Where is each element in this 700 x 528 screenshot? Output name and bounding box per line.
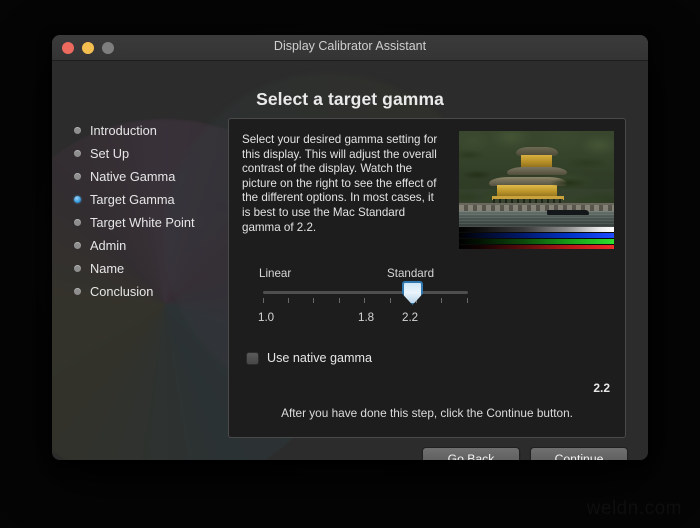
slider-tick [364,298,365,303]
sidebar-item-label: Name [90,260,125,276]
gamma-value-readout: 2.2 [593,381,610,395]
step-dot-icon [74,264,81,272]
step-dot-icon [74,241,81,249]
step-sidebar: Introduction Set Up Native Gamma Target … [74,119,249,303]
sidebar-item-set-up[interactable]: Set Up [74,142,249,164]
step-dot-icon [74,287,81,295]
content-panel: Select your desired gamma setting for th… [228,118,626,438]
step-dot-icon [74,149,81,157]
site-watermark: weldn.com [586,498,682,519]
red-ramp-bar [459,245,614,249]
photo-water-ripples [459,211,614,227]
sidebar-item-introduction[interactable]: Introduction [74,119,249,141]
step-dot-icon [74,126,81,134]
slider-tick [467,298,468,303]
slider-tick [339,298,340,303]
instruction-text: After you have done this step, click the… [281,406,573,420]
slider-tick [313,298,314,303]
desktop-background: Display Calibrator Assistant Select a ta… [0,0,700,528]
sidebar-item-label: Target Gamma [90,191,175,207]
gray-ramp-bar [459,227,614,232]
sidebar-item-admin[interactable]: Admin [74,234,249,256]
sidebar-item-target-white-point[interactable]: Target White Point [74,211,249,233]
sidebar-item-native-gamma[interactable]: Native Gamma [74,165,249,187]
slider-tick [288,298,289,303]
slider-label-linear: Linear [259,267,292,280]
sidebar-item-label: Set Up [90,145,130,161]
sidebar-item-label: Introduction [90,122,157,138]
slider-tick-label-1: 1.0 [258,311,275,324]
step-dot-icon [74,218,81,226]
sidebar-item-target-gamma[interactable]: Target Gamma [74,188,249,210]
slider-tick [441,298,442,303]
gamma-slider-thumb[interactable] [402,281,423,305]
gamma-slider-group: Linear Standard 1.0 1.8 2.2 [229,267,625,345]
sidebar-item-conclusion[interactable]: Conclusion [74,280,249,302]
description-text: Select your desired gamma setting for th… [242,133,438,234]
step-dot-icon [74,172,81,180]
use-native-gamma-label: Use native gamma [267,351,372,365]
use-native-gamma-checkbox[interactable] [246,351,259,365]
go-back-button[interactable]: Go Back [422,447,520,460]
use-native-gamma-row[interactable]: Use native gamma [246,351,372,365]
window-body: Select a target gamma Introduction Set U… [52,61,648,460]
slider-tick-label-3: 2.2 [402,311,419,324]
display-calibrator-window: Display Calibrator Assistant Select a ta… [52,35,648,460]
slider-thumb-shape [402,281,423,305]
slider-tick [390,298,391,303]
calibration-color-bars [459,227,614,249]
photo-boat [547,210,589,215]
sidebar-item-name[interactable]: Name [74,257,249,279]
green-ramp-bar [459,239,614,244]
blue-ramp-bar [459,233,614,238]
sidebar-item-label: Admin [90,237,127,253]
page-title: Select a target gamma [256,89,444,109]
footer-buttons: Go Back Continue [422,447,628,460]
preview-photo [459,131,614,227]
sidebar-item-label: Conclusion [90,283,154,299]
continue-button[interactable]: Continue [530,447,628,460]
window-titlebar[interactable]: Display Calibrator Assistant [52,35,648,61]
slider-tick-label-2: 1.8 [358,311,375,324]
slider-label-standard: Standard [387,267,435,280]
step-dot-active-icon [74,195,81,203]
sidebar-item-label: Native Gamma [90,168,176,184]
gamma-slider-track[interactable] [263,291,468,294]
window-title: Display Calibrator Assistant [273,39,427,53]
slider-tick [263,298,264,303]
sidebar-item-label: Target White Point [90,214,195,230]
gamma-preview-image [459,131,614,249]
